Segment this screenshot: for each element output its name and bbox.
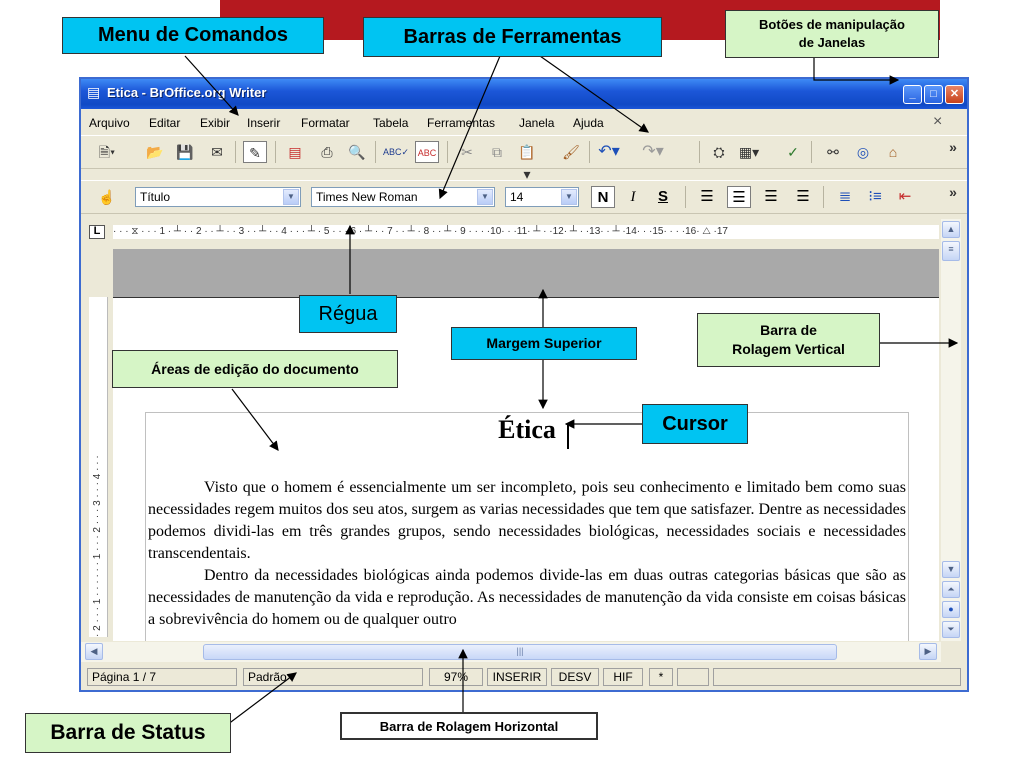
callout-barra-vertical: Barra de Rolagem Vertical: [697, 313, 880, 367]
callout-barra-horizontal: Barra de Rolagem Horizontal: [340, 712, 598, 740]
callout-regua: Régua: [299, 295, 397, 333]
callout-botoes-line1: Botões de manipulação: [759, 17, 905, 32]
callout-areas-edicao: Áreas de edição do documento: [112, 350, 398, 388]
callout-botoes-janelas: Botões de manipulação de Janelas: [725, 10, 939, 58]
callout-vertical-line1: Barra de: [760, 322, 817, 338]
callout-menu-comandos: Menu de Comandos: [62, 17, 324, 54]
callout-barra-status: Barra de Status: [25, 713, 231, 753]
callout-botoes-line2: de Janelas: [798, 35, 866, 50]
callout-cursor: Cursor: [642, 404, 748, 444]
callout-vertical-line2: Rolagem Vertical: [732, 341, 845, 357]
callout-barras-ferramentas: Barras de Ferramentas: [363, 17, 662, 57]
callout-margem-superior: Margem Superior: [451, 327, 637, 360]
